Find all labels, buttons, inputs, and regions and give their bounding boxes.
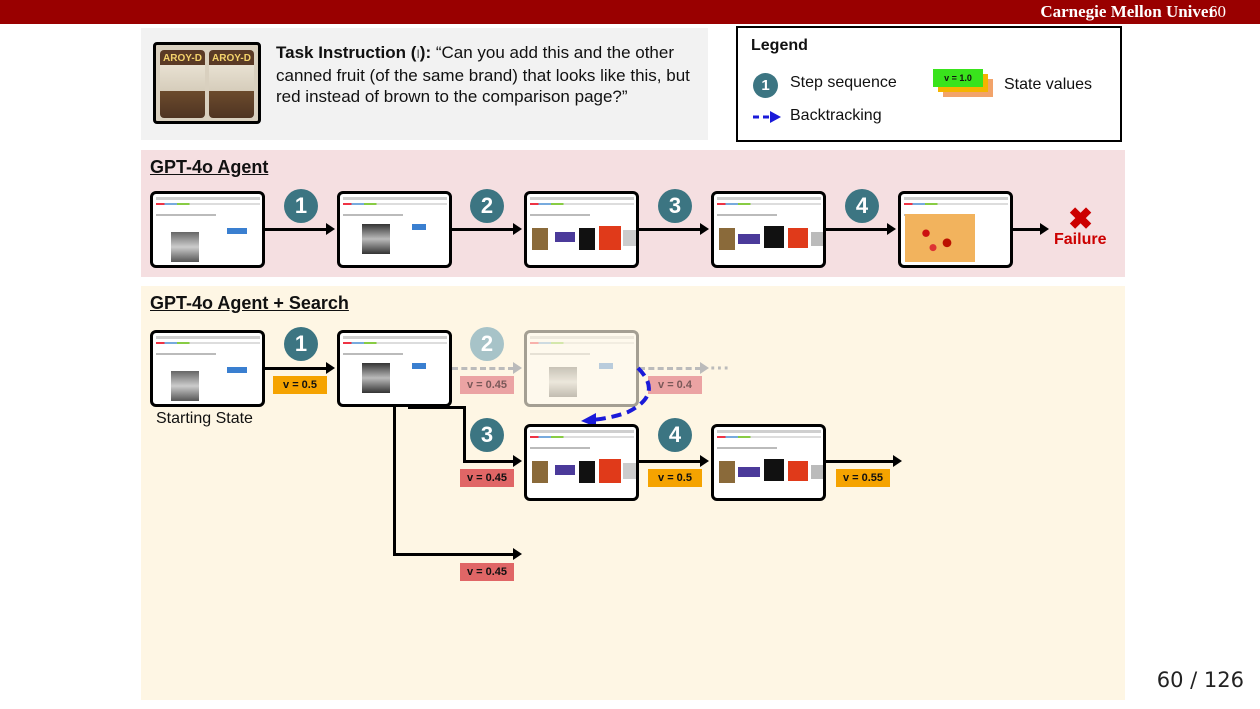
step-3-icon: 3: [470, 418, 504, 452]
arrow: [463, 455, 522, 467]
university-name: Carnegie Mellon Univer: [1040, 2, 1216, 21]
panel-title: GPT-4o Agent + Search: [150, 293, 349, 313]
can-right: AROY-D: [209, 50, 254, 118]
step-4-icon: 4: [658, 418, 692, 452]
screenshot-step-2: [524, 191, 639, 268]
arrow: [639, 223, 709, 235]
state-value-faded: v = 0.45: [460, 376, 514, 394]
value-stack-front: v = 1.0: [933, 69, 983, 87]
screenshot-start: [150, 191, 265, 268]
failure-label: Failure: [1054, 231, 1107, 248]
arrow: [265, 362, 335, 374]
step-3-icon: 3: [658, 189, 692, 223]
screenshot-step-4: [898, 191, 1013, 268]
arrow: [265, 223, 335, 235]
starting-state-label: Starting State: [156, 410, 253, 427]
header-bar: Carnegie Mellon Univer 60: [0, 0, 1260, 24]
task-text: Task Instruction (I): “Can you add this …: [276, 42, 706, 107]
state-value: v = 0.45: [460, 563, 514, 581]
legend-backtracking: Backtracking: [790, 107, 882, 124]
legend-state-values: State values: [1004, 76, 1093, 93]
legend-box: Legend 1 Step sequence Backtracking v = …: [736, 26, 1122, 142]
legend-step-sequence: Step sequence: [790, 74, 897, 91]
state-value: v = 0.55: [836, 469, 890, 487]
arrow: [639, 455, 709, 467]
arrow: [452, 223, 522, 235]
step-1-icon: 1: [284, 189, 318, 223]
page-counter: 60 / 126: [1156, 668, 1244, 692]
slide-number: 60: [1209, 2, 1226, 21]
backtrack-arrow-icon: [753, 111, 781, 123]
step-4-icon: 4: [845, 189, 879, 223]
state-value: v = 0.45: [460, 469, 514, 487]
arrow: [826, 223, 896, 235]
panel-title: GPT-4o Agent: [150, 157, 269, 177]
step-number-icon: 1: [753, 73, 778, 98]
state-value: v = 0.5: [273, 376, 327, 394]
task-label: Task Instruction (: [276, 43, 417, 62]
task-instruction-box: AROY-D AROY-D Task Instruction (I): “Can…: [141, 28, 708, 140]
step-2-icon-faded: 2: [470, 327, 504, 361]
step-1-icon: 1: [284, 327, 318, 361]
branch-line: [393, 406, 396, 556]
arrow: [393, 548, 522, 560]
screenshot-step-3-search: [524, 424, 639, 501]
screenshot-step-3: [711, 191, 826, 268]
branch-line: [408, 406, 465, 409]
ellipsis: ···: [710, 358, 730, 380]
step-2-icon: 2: [470, 189, 504, 223]
branch-line: [463, 406, 466, 463]
task-label-close: ):: [419, 43, 432, 62]
arrow: [826, 455, 902, 467]
screenshot-step-1-search: [337, 330, 452, 407]
screenshot-start-search: [150, 330, 265, 407]
legend-title: Legend: [751, 37, 808, 54]
backtrack-arrow: [581, 366, 651, 427]
arrow-faded: [452, 362, 522, 374]
screenshot-step-1: [337, 191, 452, 268]
state-value: v = 0.5: [648, 469, 702, 487]
can-left: AROY-D: [160, 50, 205, 118]
product-image: AROY-D AROY-D: [153, 42, 261, 124]
screenshot-step-4-search: [711, 424, 826, 501]
arrow: [1013, 223, 1049, 235]
